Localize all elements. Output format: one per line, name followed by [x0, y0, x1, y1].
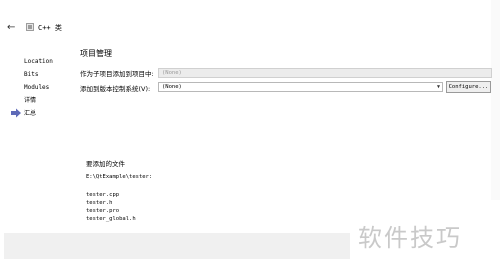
subproject-label: 作为子项目添加到项目中:: [80, 70, 154, 78]
list-item: tester.cpp: [86, 192, 120, 198]
wizard-icon: [26, 23, 34, 31]
files-path: E:\QtExample\tester:: [86, 174, 153, 180]
step-bits[interactable]: Bits: [24, 70, 74, 83]
step-details[interactable]: 详情: [24, 96, 74, 109]
step-summary-label: 汇总: [24, 110, 37, 117]
list-item: tester_global.h: [86, 216, 136, 222]
subproject-value: (None): [162, 70, 182, 76]
vcs-combobox[interactable]: (None) ▼: [158, 82, 443, 92]
step-location[interactable]: Location: [24, 57, 74, 70]
back-arrow-icon[interactable]: ←: [7, 22, 15, 33]
current-step-arrow-icon: [11, 108, 21, 118]
step-modules[interactable]: Modules: [24, 83, 74, 96]
wizard-title: C++ 类: [38, 24, 62, 32]
wizard-steps-sidebar: Location Bits Modules 详情 汇总: [11, 57, 74, 122]
vcs-value: (None): [162, 84, 182, 90]
title-bar: ← C++ 类: [0, 0, 500, 52]
files-heading: 要添加的文件: [86, 160, 125, 168]
file-list: tester.cpp tester.h tester.pro tester_gl…: [86, 191, 136, 223]
list-item: tester.h: [86, 200, 113, 206]
step-summary[interactable]: 汇总: [11, 108, 74, 122]
watermark-text: 软件技巧: [358, 224, 462, 252]
vcs-label: 添加到版本控制系统(V):: [80, 85, 151, 93]
list-item: tester.pro: [86, 208, 120, 214]
chevron-down-icon: ▼: [436, 84, 440, 90]
page-title: 项目管理: [80, 49, 112, 58]
subproject-combobox: (None): [158, 68, 492, 78]
watermark: 软件技巧: [350, 208, 500, 263]
configure-button[interactable]: Configure...: [446, 81, 491, 93]
window-edge: [491, 0, 500, 200]
